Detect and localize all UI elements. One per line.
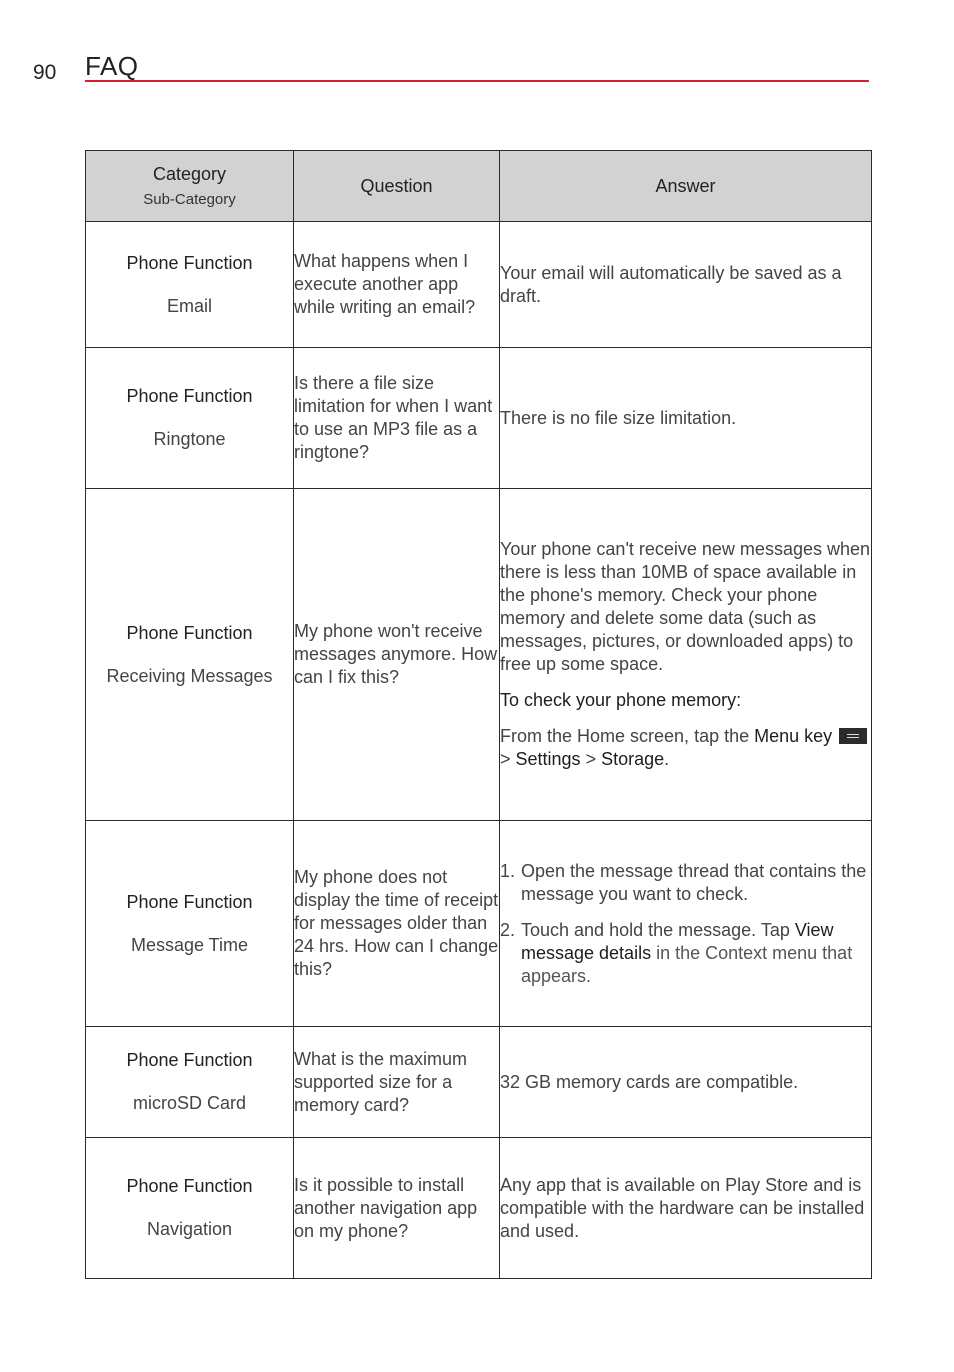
answer-cell: Any app that is available on Play Store … — [499, 1137, 872, 1279]
header-answer: Answer — [499, 150, 872, 222]
sub-category: Ringtone — [153, 429, 226, 449]
sub-category: Receiving Messages — [106, 665, 273, 686]
category-cell: Phone Function Ringtone — [85, 347, 294, 489]
table-row: Phone Function Message Time My phone doe… — [85, 820, 872, 1027]
question-cell: Is there a file size limitation for when… — [293, 347, 500, 489]
question-cell: What happens when I execute another app … — [293, 221, 500, 348]
header-category: Category Sub-Category — [85, 150, 294, 222]
step-text: Touch and hold the message. Tap View mes… — [521, 919, 871, 988]
table-row: Phone Function Ringtone Is there a file … — [85, 347, 872, 489]
table-row: Phone Function Navigation Is it possible… — [85, 1137, 872, 1279]
header-question-label: Question — [360, 175, 433, 196]
header-subcategory-label: Sub-Category — [143, 191, 236, 208]
answer-cell: Your phone can't receive new messages wh… — [499, 488, 872, 821]
category: Phone Function — [126, 1050, 253, 1070]
table-row: Phone Function Email What happens when I… — [85, 221, 872, 348]
title-underline — [85, 80, 869, 82]
answer-text: Your phone can't receive new messages wh… — [500, 539, 871, 674]
table-row: Phone Function microSD Card What is the … — [85, 1026, 872, 1138]
header-answer-label: Answer — [655, 175, 716, 196]
instruction-prefix: From the Home screen, tap the — [500, 726, 755, 746]
answer-cell: Your email will automatically be saved a… — [499, 221, 872, 348]
step-text: Open the message thread that contains th… — [521, 860, 867, 904]
answer-cell: 32 GB memory cards are compatible. — [499, 1026, 872, 1138]
step-number: 2. — [500, 919, 516, 940]
header-category-label: Category — [152, 164, 227, 184]
step-number: 1. — [500, 860, 516, 881]
separator: > — [580, 749, 602, 769]
category-cell: Phone Function Email — [85, 221, 294, 348]
answer-steps-list: 1. Open the message thread that contains… — [500, 860, 871, 988]
answer-heading: To check your phone memory: — [500, 690, 742, 710]
table-header-row: Category Sub-Category Question Answer — [85, 150, 872, 222]
category-cell: Phone Function microSD Card — [85, 1026, 294, 1138]
sub-category: Message Time — [130, 934, 249, 955]
question-cell: My phone does not display the time of re… — [293, 820, 500, 1027]
settings-label: Settings — [515, 749, 581, 769]
step-item: 1. Open the message thread that contains… — [500, 860, 871, 906]
instruction-suffix: . — [664, 749, 670, 769]
sub-category: Navigation — [146, 1219, 233, 1239]
step-prefix: Touch and hold the message. Tap — [521, 919, 795, 940]
separator: > — [500, 749, 516, 769]
menu-key-icon — [839, 728, 868, 744]
menu-key-label: Menu key — [754, 726, 833, 746]
sub-category: microSD Card — [132, 1093, 247, 1113]
category-cell: Phone Function Navigation — [85, 1137, 294, 1279]
page-number: 90 — [33, 61, 57, 84]
question-cell: My phone won't receive messages anymore.… — [293, 488, 500, 821]
category-cell: Phone Function Message Time — [85, 820, 294, 1027]
category-cell: Phone Function Receiving Messages — [85, 488, 294, 821]
table-row: Phone Function Receiving Messages My pho… — [85, 488, 872, 821]
faq-table: Category Sub-Category Question Answer Ph… — [85, 150, 872, 1279]
answer-instructions: From the Home screen, tap the Menu key >… — [500, 725, 871, 771]
step-item: 2. Touch and hold the message. Tap View … — [500, 919, 871, 988]
answer-cell: 1. Open the message thread that contains… — [499, 820, 872, 1027]
page-title: FAQ — [85, 51, 139, 81]
category: Phone Function — [126, 386, 253, 406]
answer-cell: There is no file size limitation. — [499, 347, 872, 489]
header-question: Question — [293, 150, 500, 222]
category: Phone Function — [126, 252, 253, 273]
question-cell: Is it possible to install another naviga… — [293, 1137, 500, 1279]
category: Phone Function — [126, 1176, 253, 1196]
question-cell: What is the maximum supported size for a… — [293, 1026, 500, 1138]
storage-label: Storage — [601, 749, 665, 769]
category: Phone Function — [126, 891, 253, 912]
sub-category: Email — [166, 295, 212, 316]
category: Phone Function — [126, 622, 253, 643]
